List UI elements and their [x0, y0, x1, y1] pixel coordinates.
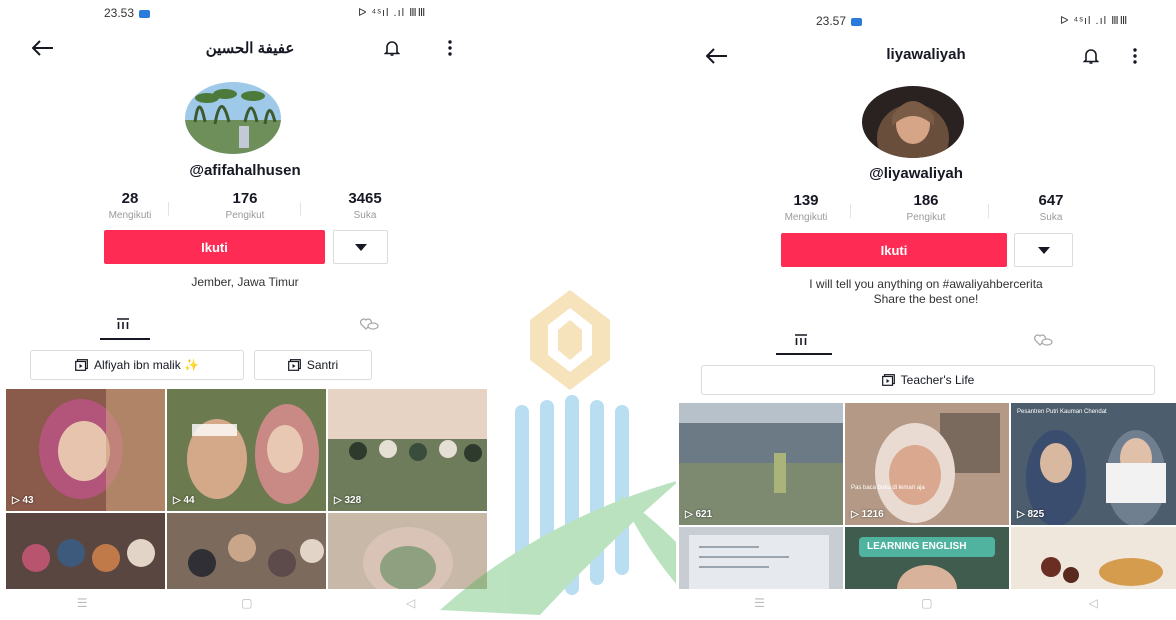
home-icon[interactable]: ▢ [241, 596, 252, 610]
playlist-teachers-life[interactable]: Teacher's Life [701, 365, 1155, 395]
video-overlay-label: LEARNING ENGLISH [867, 541, 967, 552]
bio-line: Share the best one! [873, 292, 979, 306]
stat-divider [168, 202, 169, 216]
video-thumbnail[interactable]: LEARNING ENGLISH [845, 527, 1009, 589]
view-count: ▷ 328 [334, 495, 362, 506]
back-arrow-icon[interactable] [702, 44, 732, 68]
follow-button[interactable]: Ikuti [781, 233, 1007, 267]
playlist-label: Alfiyah ibn malik ✨ [94, 358, 199, 372]
grid-icon [117, 318, 129, 329]
more-options-icon[interactable] [442, 36, 458, 60]
back-icon[interactable]: ◁ [1089, 596, 1098, 610]
suggested-accounts-button[interactable] [1014, 233, 1073, 267]
profile-title: liyawaliyah [886, 46, 966, 63]
video-thumbnail[interactable]: ▷ 621 [679, 403, 843, 525]
suggested-accounts-button[interactable] [333, 230, 388, 264]
tab-liked[interactable] [355, 313, 385, 335]
playlist-icon [881, 374, 895, 386]
following-stat[interactable]: 28 Mengikuti [90, 190, 170, 221]
watermark-logo [420, 280, 720, 615]
profile-handle: @liyawaliyah [869, 165, 963, 182]
status-indicators: ᐅ ⁴ˢıl .ıl ⅢⅢ [1060, 15, 1129, 27]
profile-title: عفيفة الحسين [205, 40, 295, 57]
bell-icon[interactable] [1080, 44, 1102, 68]
playlist-santri[interactable]: Santri [254, 350, 372, 380]
menu-icon[interactable]: ☰ [754, 596, 765, 610]
video-thumbnail[interactable]: ▷ 44 [167, 389, 326, 511]
profile-handle: @afifahalhusen [189, 162, 301, 179]
tab-videos[interactable] [108, 313, 138, 335]
avatar[interactable] [185, 82, 281, 154]
home-icon[interactable]: ▢ [921, 596, 932, 610]
video-thumbnail[interactable] [679, 527, 843, 589]
menu-icon[interactable]: ☰ [77, 596, 88, 610]
video-thumbnail[interactable]: ▷ 43 [6, 389, 165, 511]
status-indicators: ᐅ ⁴ˢıl .ıl ⅢⅢ [358, 7, 427, 19]
following-stat[interactable]: 139 Mengikuti [766, 192, 846, 223]
playlist-icon [287, 359, 301, 371]
view-count: ▷ 825 [1017, 509, 1045, 520]
likes-stat: 3465 Suka [348, 190, 382, 221]
system-nav-bar: ☰ ▢ ◁ [0, 591, 492, 615]
video-thumbnail[interactable]: Pas baca buku di lemari aja ▷ 1216 [845, 403, 1009, 525]
right-phone-screen: 23.57 ᐅ ⁴ˢıl .ıl ⅢⅢ liyawaliyah @liyawal… [676, 0, 1176, 615]
notification-icon [851, 17, 863, 26]
video-caption: Pas baca buku di lemari aja [851, 485, 925, 491]
view-count: ▷ 43 [12, 495, 34, 506]
playlist-label: Teacher's Life [900, 373, 975, 387]
view-count: ▷ 621 [685, 509, 713, 520]
follow-button[interactable]: Ikuti [104, 230, 325, 264]
video-thumbnail[interactable] [6, 513, 165, 589]
status-time: 23.53 [104, 6, 151, 20]
hidden-heart-icon [1034, 334, 1053, 346]
profile-bio: Jember, Jawa Timur [191, 275, 299, 289]
avatar[interactable] [862, 86, 964, 158]
back-icon[interactable]: ◁ [406, 596, 415, 610]
followers-stat[interactable]: 176 Pengikut [205, 190, 285, 221]
tab-videos[interactable] [786, 329, 816, 351]
followers-stat[interactable]: 186 Pengikut [886, 192, 966, 223]
video-caption: Pesantren Putri Kauman Chendat [1017, 409, 1107, 415]
stat-divider [850, 204, 851, 218]
grid-icon [795, 334, 807, 345]
caret-down-icon [1037, 246, 1050, 254]
profile-bio: I will tell you anything on #awaliyahber… [716, 277, 1136, 307]
video-thumbnail[interactable]: Pesantren Putri Kauman Chendat ▷ 825 [1011, 403, 1176, 525]
video-thumbnail[interactable] [1011, 527, 1176, 589]
playlist-icon [75, 359, 88, 371]
playlist-alfiyah[interactable]: Alfiyah ibn malik ✨ [30, 350, 244, 380]
notification-icon [139, 9, 151, 18]
video-thumbnail[interactable] [167, 513, 326, 589]
view-count: ▷ 44 [173, 495, 195, 506]
back-arrow-icon[interactable] [28, 36, 58, 60]
stat-divider [988, 204, 989, 218]
hidden-heart-icon [360, 318, 379, 330]
status-time: 23.57 [816, 14, 863, 28]
active-tab-indicator [100, 338, 150, 340]
likes-stat: 647 Suka [1038, 192, 1064, 223]
system-nav-bar: ☰ ▢ ◁ [676, 591, 1176, 615]
more-options-icon[interactable] [1127, 44, 1143, 68]
tab-liked[interactable] [1029, 329, 1059, 351]
left-phone-screen: 23.53 ᐅ ⁴ˢıl .ıl ⅢⅢ عفيفة الحسين @afifah… [0, 0, 492, 615]
stat-divider [300, 202, 301, 216]
bell-icon[interactable] [381, 36, 403, 60]
bio-line: I will tell you anything on #awaliyahber… [809, 277, 1043, 291]
active-tab-indicator [776, 353, 832, 355]
view-count: ▷ 1216 [851, 509, 884, 520]
caret-down-icon [354, 243, 367, 251]
playlist-label: Santri [306, 358, 339, 372]
